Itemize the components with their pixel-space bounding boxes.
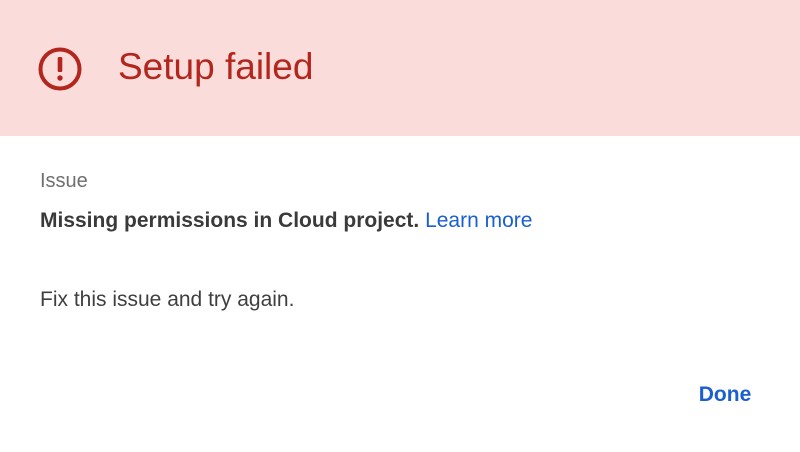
learn-more-link[interactable]: Learn more xyxy=(425,209,532,232)
dialog-header: Setup failed xyxy=(0,0,800,136)
done-button[interactable]: Done xyxy=(682,372,768,418)
instruction-text: Fix this issue and try again. xyxy=(40,288,295,311)
error-icon xyxy=(37,46,83,92)
dialog-title: Setup failed xyxy=(118,46,314,87)
issue-description: Missing permissions in Cloud project. Le… xyxy=(40,207,532,235)
issue-text: Missing permissions in Cloud project. xyxy=(40,209,420,232)
issue-label: Issue xyxy=(40,170,88,192)
setup-failed-dialog: Setup failed Issue Missing permissions i… xyxy=(0,0,800,452)
